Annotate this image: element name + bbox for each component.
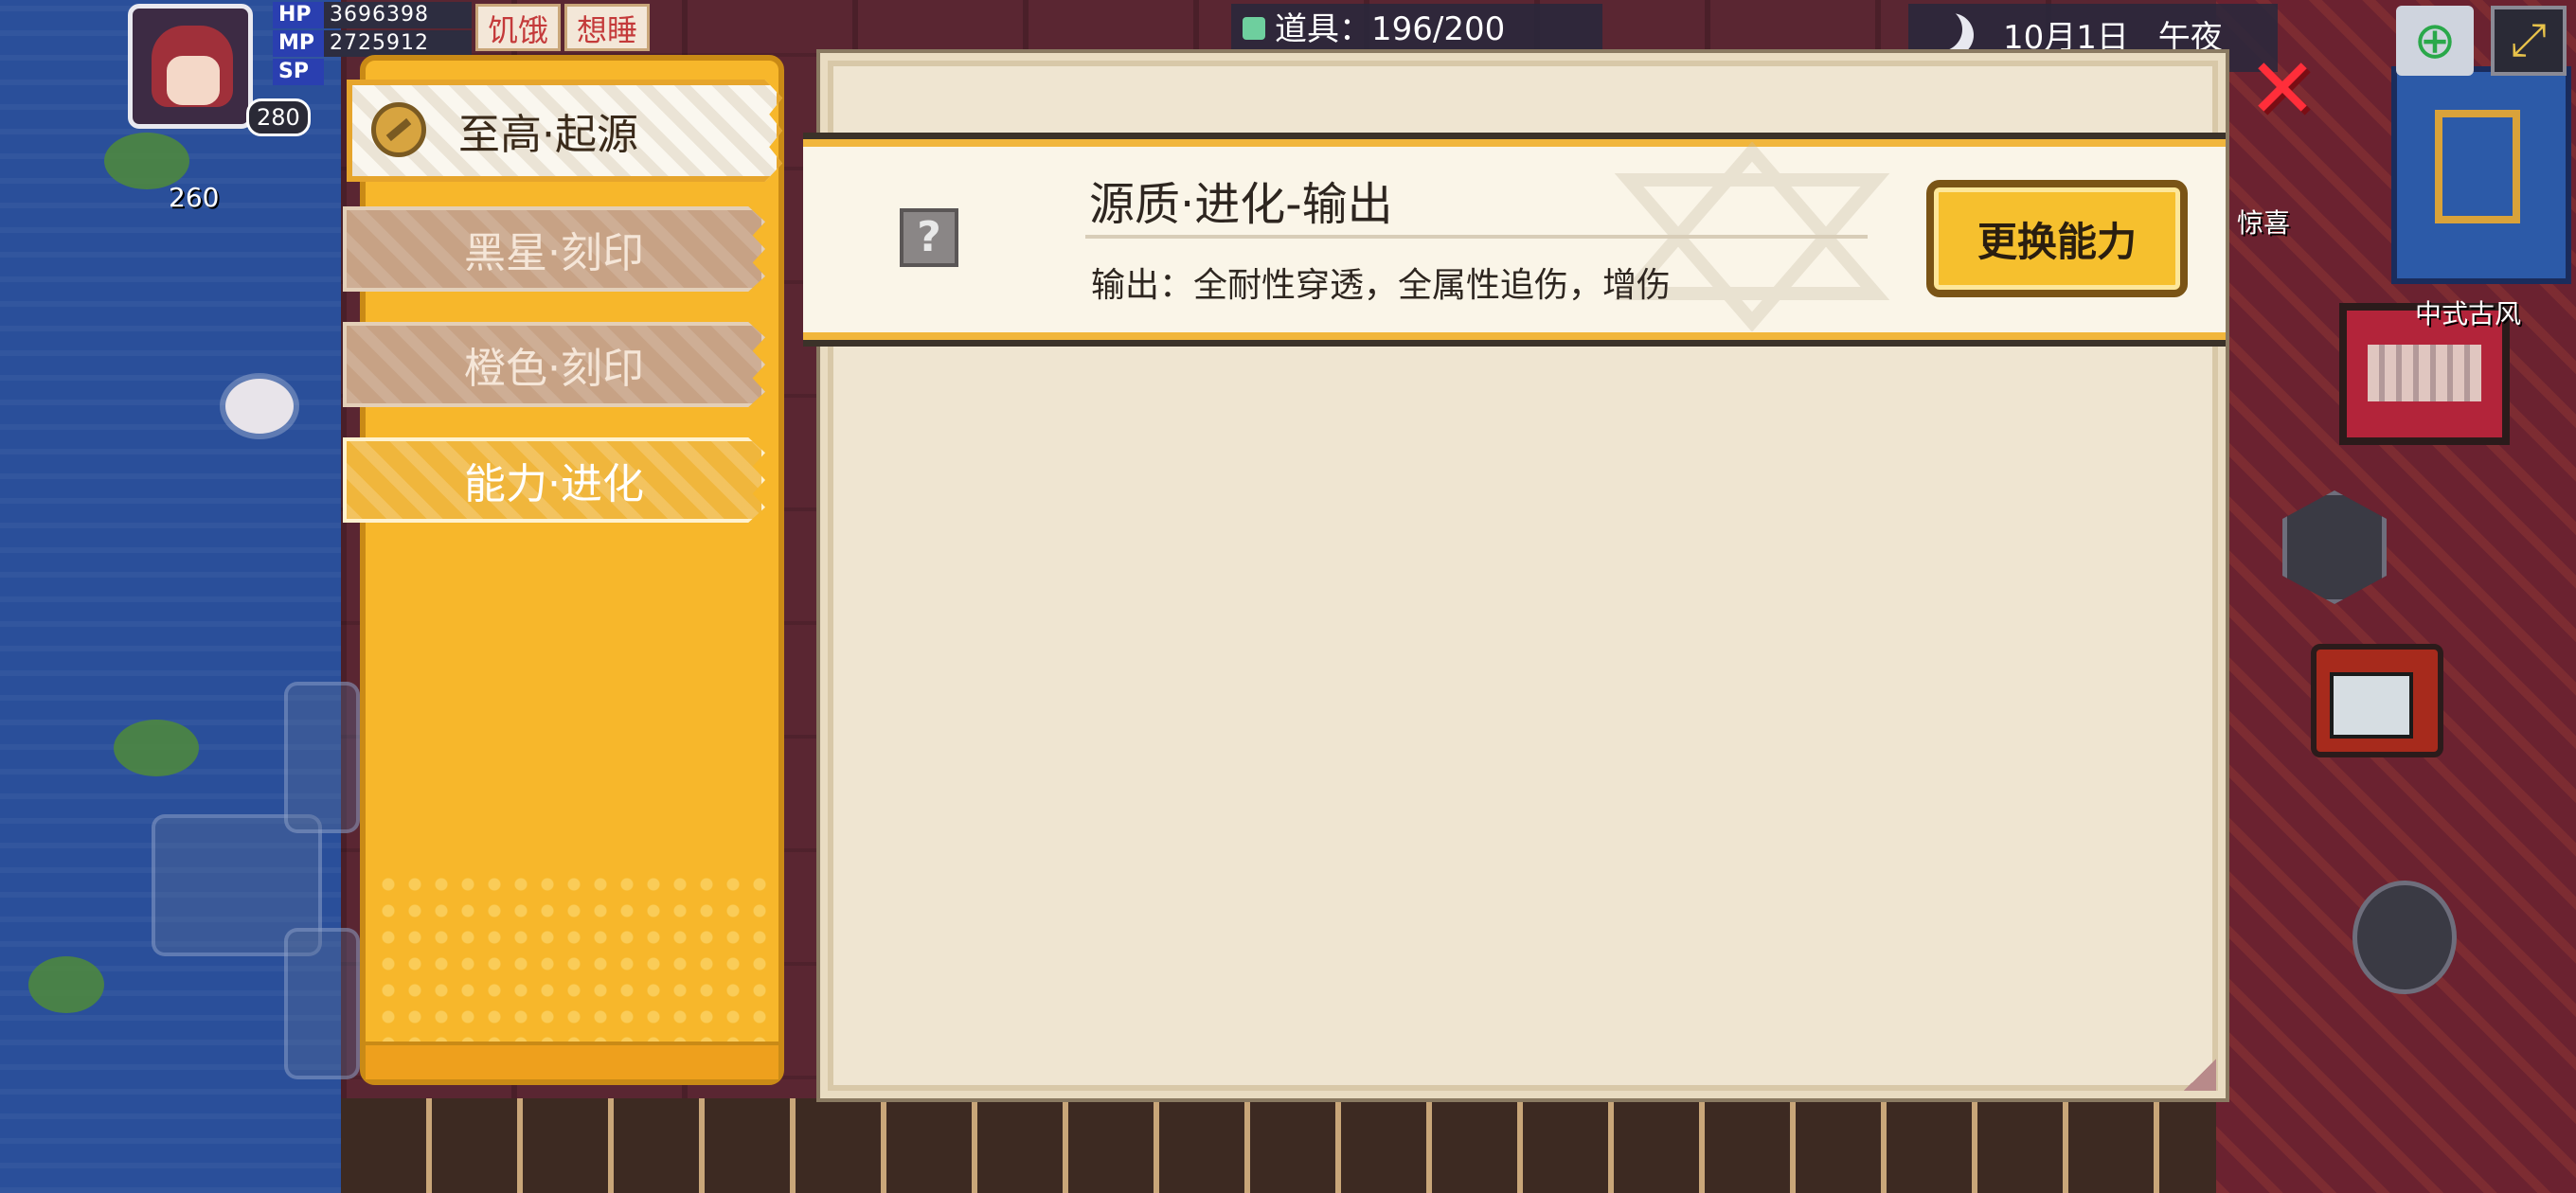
mp-bar: MP 2725912 <box>273 30 472 57</box>
tv-furniture[interactable] <box>2311 644 2443 757</box>
question-icon: ? <box>900 208 958 267</box>
dpad-down[interactable] <box>284 928 360 1079</box>
dpad-up[interactable] <box>284 682 360 833</box>
tab-label: 橙色·刻印 <box>464 345 644 393</box>
panel-resize-corner <box>2184 1059 2216 1091</box>
hp-bar: HP 3696398 <box>273 2 472 28</box>
moon-icon <box>1930 13 1974 57</box>
floor-bottom-strip <box>341 1098 2216 1193</box>
close-icon[interactable]: ✕ <box>2243 47 2322 131</box>
tab-label: 至高·起源 <box>458 111 638 159</box>
hp-label: HP <box>273 2 324 28</box>
tab-label: 能力·进化 <box>464 460 644 508</box>
ability-divider <box>1085 235 1868 239</box>
decor-style-label: 中式古风 <box>2415 298 2522 329</box>
sp-label: SP <box>273 59 324 85</box>
currency-count: 260 <box>169 182 220 213</box>
lily-pad <box>104 133 189 189</box>
clock-date: 10月1日 <box>2003 19 2129 57</box>
tab-label: 黑星·刻印 <box>464 229 644 277</box>
mp-value: 2725912 <box>324 30 472 57</box>
change-ability-label: 更换能力 <box>1977 218 2137 265</box>
surprise-label[interactable]: 惊喜 <box>2237 203 2290 240</box>
coin-icon <box>371 102 426 157</box>
status-sleepy-tag: 想睡 <box>564 4 651 51</box>
tab-orange-engraving[interactable]: 橙色·刻印 <box>343 322 765 407</box>
tab-black-star-engraving[interactable]: 黑星·刻印 <box>343 206 765 292</box>
status-hungry-tag: 饥饿 <box>475 4 562 51</box>
panel-pattern <box>375 871 769 1042</box>
globe-network-icon[interactable]: ⊕ <box>2396 6 2474 76</box>
player-avatar[interactable] <box>128 4 253 129</box>
hp-value: 3696398 <box>324 2 472 28</box>
player-level-badge: 280 <box>246 98 311 136</box>
mp-label: MP <box>273 30 324 57</box>
change-ability-button[interactable]: 更换能力 <box>1926 180 2188 297</box>
chat-circle-button[interactable] <box>2352 881 2457 994</box>
ability-name: 源质·进化-输出 <box>1089 178 1393 231</box>
ability-description: 输出：全耐性穿透，全属性追伤，增伤 <box>1091 266 1672 305</box>
clock-time: 午夜 <box>2157 19 2223 57</box>
lily-pad <box>114 720 199 776</box>
lily-pad <box>28 956 104 1013</box>
minimap[interactable] <box>2391 66 2571 284</box>
lotus-flower <box>225 379 294 434</box>
expand-window-icon[interactable]: ⤢ <box>2491 6 2567 76</box>
panel-footer <box>366 1042 778 1079</box>
inventory-count[interactable]: 道具：196/200 <box>1231 4 1602 55</box>
tab-ability-evolution[interactable]: 能力·进化 <box>343 437 765 523</box>
